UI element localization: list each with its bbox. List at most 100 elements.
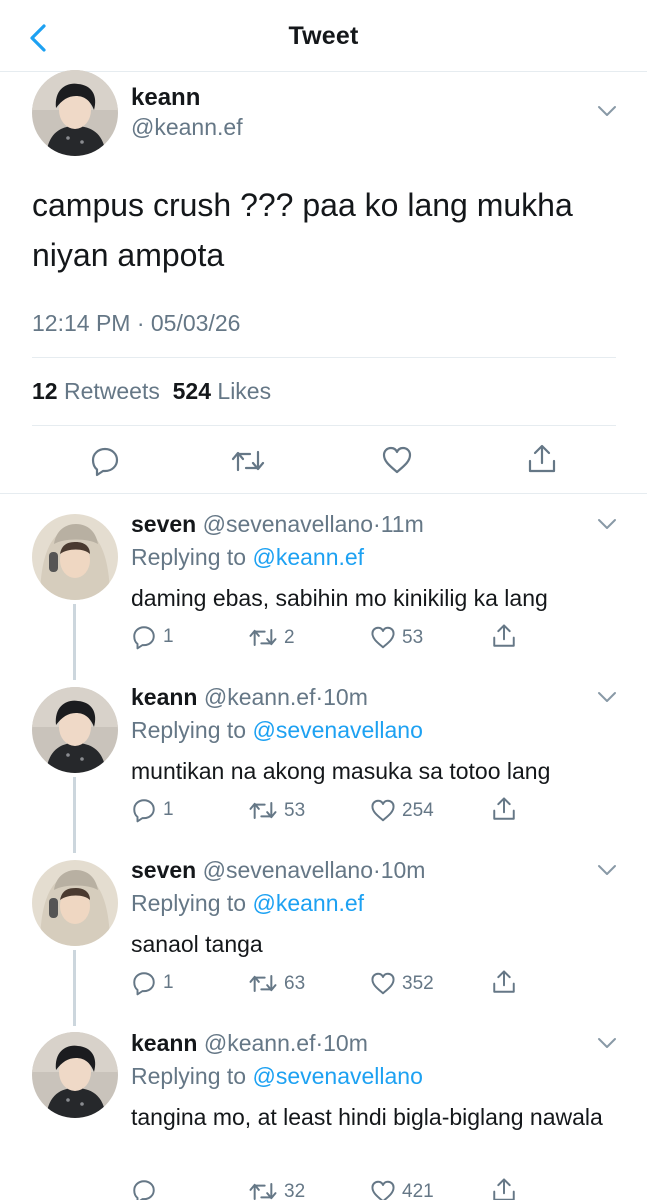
like-button[interactable]: 421 xyxy=(370,1179,434,1200)
speech-bubble-icon xyxy=(133,626,155,650)
avatar[interactable] xyxy=(32,514,118,600)
replying-to-link[interactable]: @keann.ef xyxy=(252,544,364,570)
avatar[interactable] xyxy=(32,70,118,156)
tweet-timestamp: 12:14 PM · 05/03/26 xyxy=(32,310,241,336)
share-icon xyxy=(493,797,515,820)
avatar[interactable] xyxy=(32,1032,118,1118)
retweet-button[interactable] xyxy=(230,446,266,481)
replying-to-prefix: Replying to xyxy=(131,1063,247,1089)
like-count: 421 xyxy=(402,1180,434,1200)
speech-bubble-icon xyxy=(91,447,119,477)
heart-icon xyxy=(371,626,395,649)
page-title: Tweet xyxy=(288,22,359,50)
heart-icon xyxy=(371,1180,395,1200)
share-icon xyxy=(493,970,515,993)
reply-author-handle[interactable]: @sevenavellano xyxy=(203,511,373,537)
separator-dot: · xyxy=(315,684,324,710)
replying-to: Replying to @sevenavellano xyxy=(131,717,423,744)
share-icon xyxy=(493,1178,515,1200)
reply-button[interactable]: 1 xyxy=(131,624,174,650)
like-button[interactable]: 254 xyxy=(370,798,434,823)
replying-to: Replying to @keann.ef xyxy=(131,890,364,917)
like-button[interactable]: 352 xyxy=(370,971,434,996)
heart-icon xyxy=(382,446,412,474)
heart-icon xyxy=(371,799,395,822)
share-button[interactable] xyxy=(526,443,558,480)
like-count: 254 xyxy=(402,799,434,821)
reply-button[interactable]: 1 xyxy=(131,797,174,823)
chevron-down-icon[interactable] xyxy=(596,104,618,118)
likes-label[interactable]: Likes xyxy=(217,378,271,404)
chevron-down-icon[interactable] xyxy=(596,517,618,531)
divider xyxy=(32,357,616,358)
reply-text: daming ebas, sabihin mo kinikilig ka lan… xyxy=(131,585,548,611)
separator-dot: · xyxy=(373,857,381,883)
like-button[interactable]: 53 xyxy=(370,625,423,650)
reply-header: keann @keann.ef·10m xyxy=(131,684,368,711)
reply-author-name[interactable]: seven xyxy=(131,857,196,883)
share-button[interactable] xyxy=(491,623,517,649)
reply-time: 10m xyxy=(380,857,426,883)
chevron-down-icon[interactable] xyxy=(596,690,618,704)
reply-author-name[interactable]: seven xyxy=(131,511,196,537)
reply-author-handle[interactable]: @keann.ef xyxy=(204,1030,316,1056)
speech-bubble-icon xyxy=(133,972,155,996)
retweet-button[interactable]: 53 xyxy=(248,798,305,823)
replying-to: Replying to @keann.ef xyxy=(131,544,364,571)
retweet-icon xyxy=(249,802,277,819)
retweets-label[interactable]: Retweets xyxy=(64,378,160,404)
author-name[interactable]: keann xyxy=(131,84,200,112)
reply-author-handle[interactable]: @sevenavellano xyxy=(203,857,373,883)
reply-author-handle[interactable]: @keann.ef xyxy=(204,684,316,710)
retweet-count: 63 xyxy=(284,972,306,994)
retweet-button[interactable]: 32 xyxy=(248,1179,305,1200)
replying-to-prefix: Replying to xyxy=(131,544,247,570)
thread-connector xyxy=(73,777,76,853)
retweet-count: 2 xyxy=(284,626,295,648)
separator-dot: · xyxy=(373,511,381,537)
replying-to-prefix: Replying to xyxy=(131,717,247,743)
reply-button[interactable]: 1 xyxy=(131,970,174,996)
retweet-icon xyxy=(249,629,277,646)
share-button[interactable] xyxy=(491,796,517,822)
replying-to-link[interactable]: @sevenavellano xyxy=(252,1063,422,1089)
reply-time: 10m xyxy=(323,684,368,710)
avatar[interactable] xyxy=(32,687,118,773)
retweet-icon xyxy=(231,450,265,472)
reply-author-name[interactable]: keann xyxy=(131,684,197,710)
reply-text: muntikan na akong masuka sa totoo lang xyxy=(131,758,551,784)
replying-to-prefix: Replying to xyxy=(131,890,247,916)
author-handle[interactable]: @keann.ef xyxy=(131,114,243,141)
chevron-down-icon[interactable] xyxy=(596,1036,618,1050)
retweet-button[interactable]: 2 xyxy=(248,625,295,650)
likes-count[interactable]: 524 xyxy=(173,378,211,404)
retweet-icon xyxy=(249,975,277,992)
replying-to-link[interactable]: @sevenavellano xyxy=(252,717,422,743)
share-icon xyxy=(493,624,515,647)
reply-text: sanaol tanga xyxy=(131,931,263,957)
reply-button[interactable] xyxy=(131,1178,163,1200)
reply-count: 1 xyxy=(163,799,174,820)
heart-icon xyxy=(371,972,395,995)
top-bar: Tweet xyxy=(0,0,647,72)
reply-header: keann @keann.ef·10m xyxy=(131,1030,368,1057)
reply-header: seven @sevenavellano·11m xyxy=(131,511,424,538)
reply-button[interactable] xyxy=(89,445,121,482)
reply-count: 1 xyxy=(163,626,174,647)
avatar[interactable] xyxy=(32,860,118,946)
thread-connector xyxy=(73,604,76,680)
retweet-button[interactable]: 63 xyxy=(248,971,305,996)
retweet-count: 53 xyxy=(284,799,306,821)
separator-dot: · xyxy=(315,1030,324,1056)
retweets-count[interactable]: 12 xyxy=(32,378,58,404)
speech-bubble-icon xyxy=(133,1180,155,1200)
share-button[interactable] xyxy=(491,969,517,995)
like-button[interactable] xyxy=(381,445,413,480)
retweet-icon xyxy=(249,1183,277,1200)
replying-to: Replying to @sevenavellano xyxy=(131,1063,423,1090)
like-count: 352 xyxy=(402,972,434,994)
replying-to-link[interactable]: @keann.ef xyxy=(252,890,364,916)
share-button[interactable] xyxy=(491,1177,517,1200)
chevron-down-icon[interactable] xyxy=(596,863,618,877)
reply-author-name[interactable]: keann xyxy=(131,1030,197,1056)
